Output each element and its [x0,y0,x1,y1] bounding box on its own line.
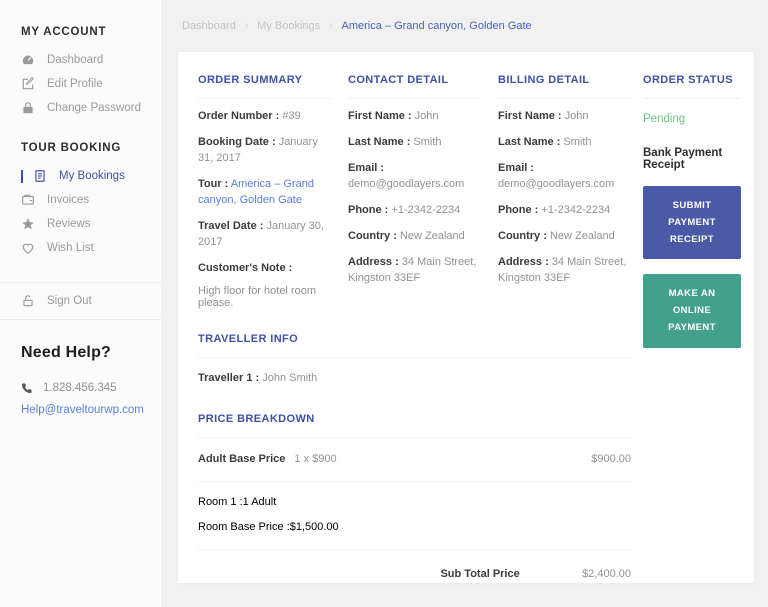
status-badge: Pending [643,113,686,125]
price-breakdown-section: PRICE BREAKDOWN Adult Base Price 1 x $90… [198,413,631,583]
phone-icon [21,382,33,394]
traveller-info-section: TRAVELLER INFO Traveller 1 : John Smith [198,333,631,387]
field-country: Country : New Zealand [348,229,465,242]
card-main-content: ORDER SUMMARY Order Number : #39 Booking… [198,74,631,583]
sidebar-item-label: Reviews [47,218,91,230]
breadcrumb: Dashboard › My Bookings › America – Gran… [177,0,755,51]
app-window: MY ACCOUNT Dashboard Edit Profile Change… [0,0,768,607]
price-line-adult-base: Adult Base Price 1 x $900 $900.00 [198,438,631,483]
invoices-icon [21,193,35,207]
contact-detail-section: CONTACT DETAIL First Name : John Last Na… [348,74,481,309]
field-phone: Phone : +1-2342-2234 [348,203,461,216]
sidebar: MY ACCOUNT Dashboard Edit Profile Change… [0,0,161,607]
field-first-name: First Name : John [498,110,589,122]
field-last-name: Last Name : Smith [498,135,592,148]
help-email-link[interactable]: Help@traveltourwp.com [21,404,144,416]
breadcrumb-my-bookings[interactable]: My Bookings [257,20,320,32]
field-tour: Tour : America – Grand canyon, Golden Ga… [198,177,314,206]
order-summary-section: ORDER SUMMARY Order Number : #39 Booking… [198,74,331,309]
order-status-title: ORDER STATUS [643,74,741,99]
bank-payment-receipt-label: Bank Payment Receipt [643,147,723,171]
sidebar-item-reviews[interactable]: Reviews [0,212,161,236]
main-area: Dashboard › My Bookings › America – Gran… [161,0,768,607]
sidebar-item-label: Sign Out [47,295,92,307]
customer-note-text: High floor for hotel room please. [198,284,316,309]
sidebar-item-label: Dashboard [47,54,104,66]
sign-out-icon [21,294,35,308]
make-online-payment-button[interactable]: MAKE AN ONLINE PAYMENT [643,274,741,348]
billing-detail-section: BILLING DETAIL First Name : John Last Na… [498,74,631,309]
traveller-info-title: TRAVELLER INFO [198,333,631,358]
order-status-section: ORDER STATUS Pending Bank Payment Receip… [643,74,741,583]
need-help-title: Need Help? [21,344,112,361]
room-occupancy-row: Room 1 : 1 Adult [198,496,277,509]
room-price-group: Room 1 : 1 Adult Room Base Price : $1,50… [198,482,631,551]
sidebar-item-label: Invoices [47,194,90,206]
sidebar-item-my-bookings[interactable]: My Bookings [0,164,161,188]
sidebar-section-tour-booking: TOUR BOOKING [21,142,122,154]
sidebar-item-label: Change Password [47,102,141,114]
breadcrumb-separator-icon: › [329,20,333,31]
field-phone: Phone : +1-2342-2234 [498,203,611,216]
dashboard-icon [21,53,35,67]
sidebar-item-sign-out[interactable]: Sign Out [0,289,161,313]
help-phone-number: 1.828.456.345 [43,382,117,394]
submit-payment-receipt-button[interactable]: SUBMIT PAYMENT RECEIPT [643,186,741,260]
sidebar-item-dashboard[interactable]: Dashboard [0,48,161,72]
sidebar-item-label: My Bookings [59,170,125,182]
bookings-icon [33,169,47,183]
contact-detail-title: CONTACT DETAIL [348,74,481,99]
active-indicator-bar [21,169,23,183]
sign-out-section: Sign Out [0,282,161,320]
heart-icon [21,241,35,255]
field-booking-date: Booking Date : January 31, 2017 [198,135,318,164]
lock-icon [21,101,35,115]
tour-booking-list: My Bookings Invoices Reviews Wish List [0,164,161,260]
booking-detail-card: ORDER SUMMARY Order Number : #39 Booking… [177,51,755,584]
breadcrumb-current-page: America – Grand canyon, Golden Gate [341,19,532,32]
sidebar-item-edit-profile[interactable]: Edit Profile [0,72,161,96]
sidebar-item-wish-list[interactable]: Wish List [0,236,161,260]
sidebar-section-my-account: MY ACCOUNT [21,26,107,38]
subtotal-row: Sub Total Price $2,400.00 [440,568,631,581]
sidebar-item-label: Wish List [47,242,94,254]
room-base-price-row: Room Base Price : $1,500.00 [198,521,339,534]
sidebar-item-change-password[interactable]: Change Password [0,96,161,120]
field-address: Address : 34 Main Street, Kingston 33EF [348,255,477,284]
detail-columns: ORDER SUMMARY Order Number : #39 Booking… [198,74,631,309]
price-breakdown-title: PRICE BREAKDOWN [198,413,631,439]
field-traveller-1: Traveller 1 : John Smith [198,371,318,384]
field-email: Email : demo@goodlayers.com [348,161,465,190]
edit-profile-icon [21,77,35,91]
help-phone-row: 1.828.456.345 [21,382,143,394]
sidebar-item-label: Edit Profile [47,78,103,90]
sidebar-item-invoices[interactable]: Invoices [0,188,161,212]
totals-group: Sub Total Price $2,400.00 Tax Rate 9% Ta… [198,550,631,583]
my-account-list: Dashboard Edit Profile Change Password [0,48,161,120]
need-help-section: Need Help? 1.828.456.345 Help@traveltour… [0,320,161,416]
order-summary-title: ORDER SUMMARY [198,74,331,99]
field-order-number: Order Number : #39 [198,110,301,122]
star-icon [21,217,35,231]
field-country: Country : New Zealand [498,229,615,242]
field-last-name: Last Name : Smith [348,135,442,148]
field-email: Email : demo@goodlayers.com [498,161,615,190]
field-travel-date: Travel Date : January 30, 2017 [198,219,324,248]
field-first-name: First Name : John [348,110,439,122]
field-customer-note-label: Customer's Note : [198,261,293,274]
breadcrumb-separator-icon: › [244,20,249,31]
field-address: Address : 34 Main Street, Kingston 33EF [498,255,627,284]
breadcrumb-dashboard[interactable]: Dashboard [182,20,236,32]
billing-detail-title: BILLING DETAIL [498,74,631,99]
